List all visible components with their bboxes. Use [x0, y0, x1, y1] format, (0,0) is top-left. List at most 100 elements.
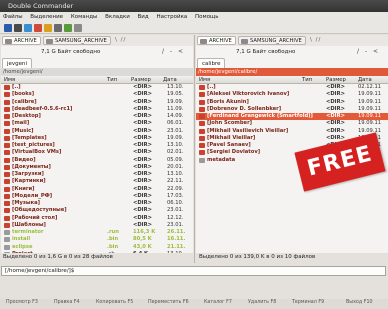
- file-row[interactable]: [Dobrenov D. Sollenbker] <DIR> 19.09.11: [196, 106, 388, 113]
- f6-move-button[interactable]: Переместить F6: [148, 300, 189, 308]
- left-status: Выделено 0 из 1,6 G в 0 из 28 файлов: [3, 254, 113, 260]
- file-row[interactable]: [test_pictures] <DIR> 13.10.: [1, 142, 193, 149]
- file-row[interactable]: [Картинки] <DIR> 22.11.: [1, 178, 193, 185]
- right-path[interactable]: /home/jevgeni/calibre/: [196, 68, 388, 76]
- file-row[interactable]: terminator .run 116,3 K 26.11.: [1, 229, 193, 236]
- col-size[interactable]: Размер: [326, 77, 346, 83]
- file-date: 23.01.: [167, 221, 184, 228]
- file-row[interactable]: [VirtualBox VMs] <DIR> 02.01.: [1, 149, 193, 156]
- left-nav-icons[interactable]: \ //: [115, 37, 126, 43]
- right-column-header: Имя Тип Размер Дата: [196, 76, 388, 84]
- file-row[interactable]: [..] <DIR> 13.10.: [1, 84, 193, 91]
- file-row[interactable]: [Шаблоны] <DIR> 23.01.: [1, 222, 193, 229]
- folder-icon: [199, 114, 205, 119]
- file-row[interactable]: [John Scomber] <DIR> 19.09.11: [196, 120, 388, 127]
- f5-copy-button[interactable]: Копировать F5: [96, 300, 133, 308]
- file-row[interactable]: [Boris Akunin] <DIR> 19.09.11: [196, 99, 388, 106]
- file-row[interactable]: [Видео] <DIR> 05.09.: [1, 157, 193, 164]
- f10-exit-button[interactable]: Выход F10: [346, 300, 373, 308]
- col-name[interactable]: Имя: [4, 77, 15, 83]
- col-type[interactable]: Тип: [302, 77, 312, 83]
- compare-icon[interactable]: [24, 24, 32, 32]
- file-row[interactable]: [books] <DIR> 19.05.: [1, 91, 193, 98]
- right-nav-icons[interactable]: \ //: [310, 37, 321, 43]
- file-row[interactable]: [Templates] <DIR> 19.09.: [1, 135, 193, 142]
- file-size: <DIR>: [133, 91, 152, 98]
- file-row[interactable]: [mail] <DIR> 06.01.: [1, 120, 193, 127]
- col-date[interactable]: Дата: [358, 77, 372, 83]
- folder-icon: [4, 215, 10, 221]
- menu-selection[interactable]: Выделение: [27, 12, 66, 20]
- window-title: Double Commander: [8, 2, 74, 10]
- file-row[interactable]: install .bin 80,5 K 16.11.: [1, 236, 193, 243]
- col-size[interactable]: Размер: [131, 77, 151, 83]
- file-date: 12.12.: [167, 214, 184, 221]
- drive-icon: [200, 39, 207, 44]
- file-date: 20.01.: [167, 163, 184, 170]
- archive-icon[interactable]: [64, 24, 72, 32]
- left-drive-archive[interactable]: ARCHIVE: [2, 36, 41, 45]
- right-drive-archive[interactable]: ARCHIVE: [197, 36, 236, 45]
- f3-view-button[interactable]: Просмотр F3: [6, 300, 38, 308]
- f9-terminal-button[interactable]: Терминал F9: [292, 300, 324, 308]
- left-path[interactable]: /home/jevgeni/: [1, 68, 193, 76]
- file-size: <DIR>: [326, 98, 345, 105]
- file-name: install: [12, 236, 31, 243]
- view-icon[interactable]: [14, 24, 22, 32]
- file-row[interactable]: [Aleksei Viktorovich Ivanov] <DIR> 19.09.1…: [196, 91, 388, 98]
- refresh-icon[interactable]: [4, 24, 12, 32]
- menu-view[interactable]: Вид: [135, 12, 152, 20]
- file-size: <DIR>: [326, 120, 345, 127]
- left-tab-jevgeni[interactable]: jevgeni: [2, 58, 33, 68]
- right-drive-samsung[interactable]: SAMSUNG_ARCHIVE: [238, 36, 306, 45]
- menu-settings[interactable]: Настройка: [153, 12, 190, 20]
- file-name: eclipse: [12, 243, 33, 250]
- left-path-nav-buttons[interactable]: / - <: [162, 48, 185, 55]
- file-row[interactable]: eclipse .bin 43,0 K 21.11.: [1, 244, 193, 251]
- folder-icon: [199, 85, 205, 90]
- f7-mkdir-button[interactable]: Каталог F7: [204, 300, 232, 308]
- file-size: <DIR>: [326, 84, 345, 90]
- file-row[interactable]: [deadbeef-0.5.6-rc1] <DIR> 11.09.: [1, 106, 193, 113]
- menu-help[interactable]: Помощь: [192, 12, 221, 20]
- file-row[interactable]: [Документы] <DIR> 20.01.: [1, 164, 193, 171]
- file-date: 22.11.: [167, 178, 184, 185]
- panel-divider[interactable]: [194, 35, 195, 263]
- file-row[interactable]: [calibre] <DIR> 19.09.: [1, 99, 193, 106]
- command-line-input[interactable]: [/home/jevgeni/calibre/]$: [1, 266, 386, 276]
- file-row[interactable]: [Mikhail Vasilievich Vieillar] <DIR> 19.09…: [196, 128, 388, 135]
- drive-icon: [241, 39, 248, 44]
- folder-icon[interactable]: [44, 24, 52, 32]
- menu-commands[interactable]: Команды: [68, 12, 101, 20]
- file-size: <DIR>: [133, 171, 152, 177]
- file-row[interactable]: [Общедоступные] <DIR> 23.01.: [1, 207, 193, 214]
- f8-delete-button[interactable]: Удалить F8: [248, 300, 276, 308]
- col-type[interactable]: Тип: [107, 77, 117, 83]
- file-row[interactable]: [Книги] <DIR> 22.09.: [1, 186, 193, 193]
- file-row[interactable]: [Рабочий стол] <DIR> 12.12.: [1, 215, 193, 222]
- file-name: [Pavel Sanaev]: [207, 142, 251, 148]
- settings-icon[interactable]: [74, 24, 82, 32]
- right-path-nav-buttons[interactable]: / - <: [357, 48, 380, 55]
- file-row[interactable]: [Music] <DIR> 23.01.: [1, 128, 193, 135]
- file-size: <DIR>: [133, 113, 152, 119]
- folder-icon: [4, 186, 10, 192]
- menu-tabs[interactable]: Вкладки: [102, 12, 133, 20]
- file-row[interactable]: [Desktop] <DIR> 14.09.: [1, 113, 193, 120]
- file-row[interactable]: [Ferdinand Grangewick (Smartfold)] <DIR> 1…: [196, 113, 388, 121]
- file-row[interactable]: Project .sh 6,4 K 13.10.: [1, 251, 193, 253]
- file-row[interactable]: [Загрузки] <DIR> 13.10.: [1, 171, 193, 178]
- search-icon[interactable]: [54, 24, 62, 32]
- file-date: 22.09.: [167, 185, 184, 192]
- file-row[interactable]: [Модели_РФ] <DIR> 17.03.: [1, 193, 193, 200]
- right-tab-calibre[interactable]: calibre: [197, 58, 226, 68]
- f4-edit-button[interactable]: Правка F4: [54, 300, 80, 308]
- col-name[interactable]: Имя: [199, 77, 210, 83]
- title-bar: Double Commander: [0, 0, 388, 12]
- file-date: 19.09.: [167, 134, 184, 141]
- sync-icon[interactable]: [34, 24, 42, 32]
- left-drive-samsung[interactable]: SAMSUNG_ARCHIVE: [43, 36, 111, 45]
- file-row[interactable]: [..] <DIR> 02.12.11: [196, 84, 388, 91]
- menu-files[interactable]: Файлы: [0, 12, 26, 20]
- col-date[interactable]: Дата: [163, 77, 177, 83]
